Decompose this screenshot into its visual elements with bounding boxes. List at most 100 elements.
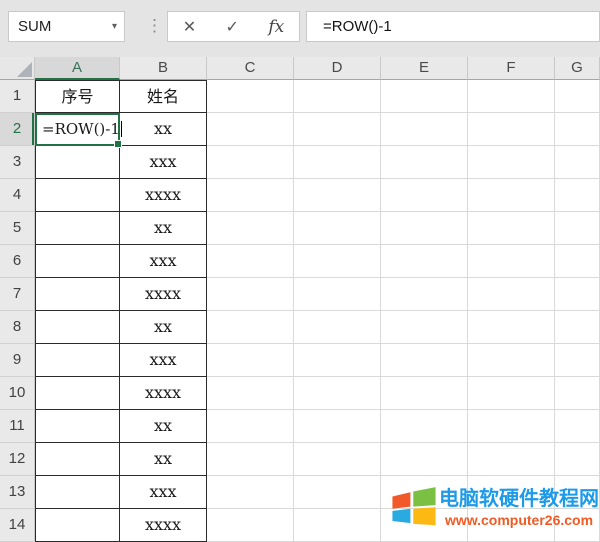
cell-D2[interactable] <box>294 113 381 146</box>
cell-G4[interactable] <box>555 179 600 212</box>
cell-E11[interactable] <box>381 410 468 443</box>
cell-F8[interactable] <box>468 311 555 344</box>
row-header-8[interactable]: 8 <box>0 311 35 344</box>
cell-C2[interactable] <box>207 113 294 146</box>
cell-G3[interactable] <box>555 146 600 179</box>
cell-F1[interactable] <box>468 80 555 113</box>
cell-G11[interactable] <box>555 410 600 443</box>
cell-G12[interactable] <box>555 443 600 476</box>
cell-F11[interactable] <box>468 410 555 443</box>
cell-B13[interactable]: xxx <box>120 476 207 509</box>
cell-A3[interactable] <box>35 146 120 179</box>
chevron-down-icon[interactable]: ▾ <box>112 21 124 32</box>
cell-G5[interactable] <box>555 212 600 245</box>
cell-B2[interactable]: xx <box>120 113 207 146</box>
row-header-14[interactable]: 14 <box>0 509 35 542</box>
cell-C3[interactable] <box>207 146 294 179</box>
row-header-11[interactable]: 11 <box>0 410 35 443</box>
cell-C14[interactable] <box>207 509 294 542</box>
row-header-10[interactable]: 10 <box>0 377 35 410</box>
cell-D13[interactable] <box>294 476 381 509</box>
cell-C10[interactable] <box>207 377 294 410</box>
cell-D7[interactable] <box>294 278 381 311</box>
cell-E9[interactable] <box>381 344 468 377</box>
cell-F6[interactable] <box>468 245 555 278</box>
cell-A13[interactable] <box>35 476 120 509</box>
cell-D8[interactable] <box>294 311 381 344</box>
cell-A9[interactable] <box>35 344 120 377</box>
cell-D4[interactable] <box>294 179 381 212</box>
cell-C1[interactable] <box>207 80 294 113</box>
formula-bar-text[interactable]: =ROW()-1 <box>307 18 392 35</box>
cell-D5[interactable] <box>294 212 381 245</box>
cell-D1[interactable] <box>294 80 381 113</box>
cell-C4[interactable] <box>207 179 294 212</box>
row-header-2[interactable]: 2 <box>0 113 35 146</box>
cell-D9[interactable] <box>294 344 381 377</box>
cell-F3[interactable] <box>468 146 555 179</box>
cell-C9[interactable] <box>207 344 294 377</box>
cell-G6[interactable] <box>555 245 600 278</box>
select-all-button[interactable] <box>0 57 35 80</box>
cell-E6[interactable] <box>381 245 468 278</box>
row-header-7[interactable]: 7 <box>0 278 35 311</box>
cell-C11[interactable] <box>207 410 294 443</box>
cell-B11[interactable]: xx <box>120 410 207 443</box>
cell-B6[interactable]: xxx <box>120 245 207 278</box>
formula-bar-resize-handle-icon[interactable]: ⋮ <box>146 16 163 36</box>
cell-D10[interactable] <box>294 377 381 410</box>
cell-D6[interactable] <box>294 245 381 278</box>
column-header-C[interactable]: C <box>207 57 294 80</box>
cell-B5[interactable]: xx <box>120 212 207 245</box>
cell-B3[interactable]: xxx <box>120 146 207 179</box>
cell-B1[interactable]: 姓名 <box>120 80 207 113</box>
column-header-F[interactable]: F <box>468 57 555 80</box>
cell-A1[interactable]: 序号 <box>35 80 120 113</box>
cell-B8[interactable]: xx <box>120 311 207 344</box>
cell-F5[interactable] <box>468 212 555 245</box>
cell-B12[interactable]: xx <box>120 443 207 476</box>
cell-B7[interactable]: xxxx <box>120 278 207 311</box>
cell-B9[interactable]: xxx <box>120 344 207 377</box>
cell-E4[interactable] <box>381 179 468 212</box>
cell-F4[interactable] <box>468 179 555 212</box>
column-header-B[interactable]: B <box>120 57 207 80</box>
cell-F7[interactable] <box>468 278 555 311</box>
column-header-E[interactable]: E <box>381 57 468 80</box>
cell-E3[interactable] <box>381 146 468 179</box>
cell-B4[interactable]: xxxx <box>120 179 207 212</box>
cell-D3[interactable] <box>294 146 381 179</box>
formula-bar[interactable]: =ROW()-1 <box>306 11 600 42</box>
cell-G10[interactable] <box>555 377 600 410</box>
row-header-9[interactable]: 9 <box>0 344 35 377</box>
cell-C8[interactable] <box>207 311 294 344</box>
cell-F12[interactable] <box>468 443 555 476</box>
cell-D12[interactable] <box>294 443 381 476</box>
cell-G1[interactable] <box>555 80 600 113</box>
cell-E7[interactable] <box>381 278 468 311</box>
cell-G9[interactable] <box>555 344 600 377</box>
name-box-value[interactable]: SUM <box>9 18 112 35</box>
cell-C12[interactable] <box>207 443 294 476</box>
cell-E12[interactable] <box>381 443 468 476</box>
cell-A6[interactable] <box>35 245 120 278</box>
row-header-3[interactable]: 3 <box>0 146 35 179</box>
cell-B14[interactable]: xxxx <box>120 509 207 542</box>
cell-D14[interactable] <box>294 509 381 542</box>
cell-C6[interactable] <box>207 245 294 278</box>
insert-function-icon[interactable]: fx <box>268 17 284 37</box>
cell-C7[interactable] <box>207 278 294 311</box>
row-header-13[interactable]: 13 <box>0 476 35 509</box>
cell-C5[interactable] <box>207 212 294 245</box>
cell-A12[interactable] <box>35 443 120 476</box>
cell-F2[interactable] <box>468 113 555 146</box>
enter-check-icon[interactable]: ✓ <box>226 17 239 37</box>
cell-C13[interactable] <box>207 476 294 509</box>
row-header-4[interactable]: 4 <box>0 179 35 212</box>
cell-E8[interactable] <box>381 311 468 344</box>
cell-E2[interactable] <box>381 113 468 146</box>
row-header-12[interactable]: 12 <box>0 443 35 476</box>
cell-G7[interactable] <box>555 278 600 311</box>
cell-F10[interactable] <box>468 377 555 410</box>
row-header-5[interactable]: 5 <box>0 212 35 245</box>
